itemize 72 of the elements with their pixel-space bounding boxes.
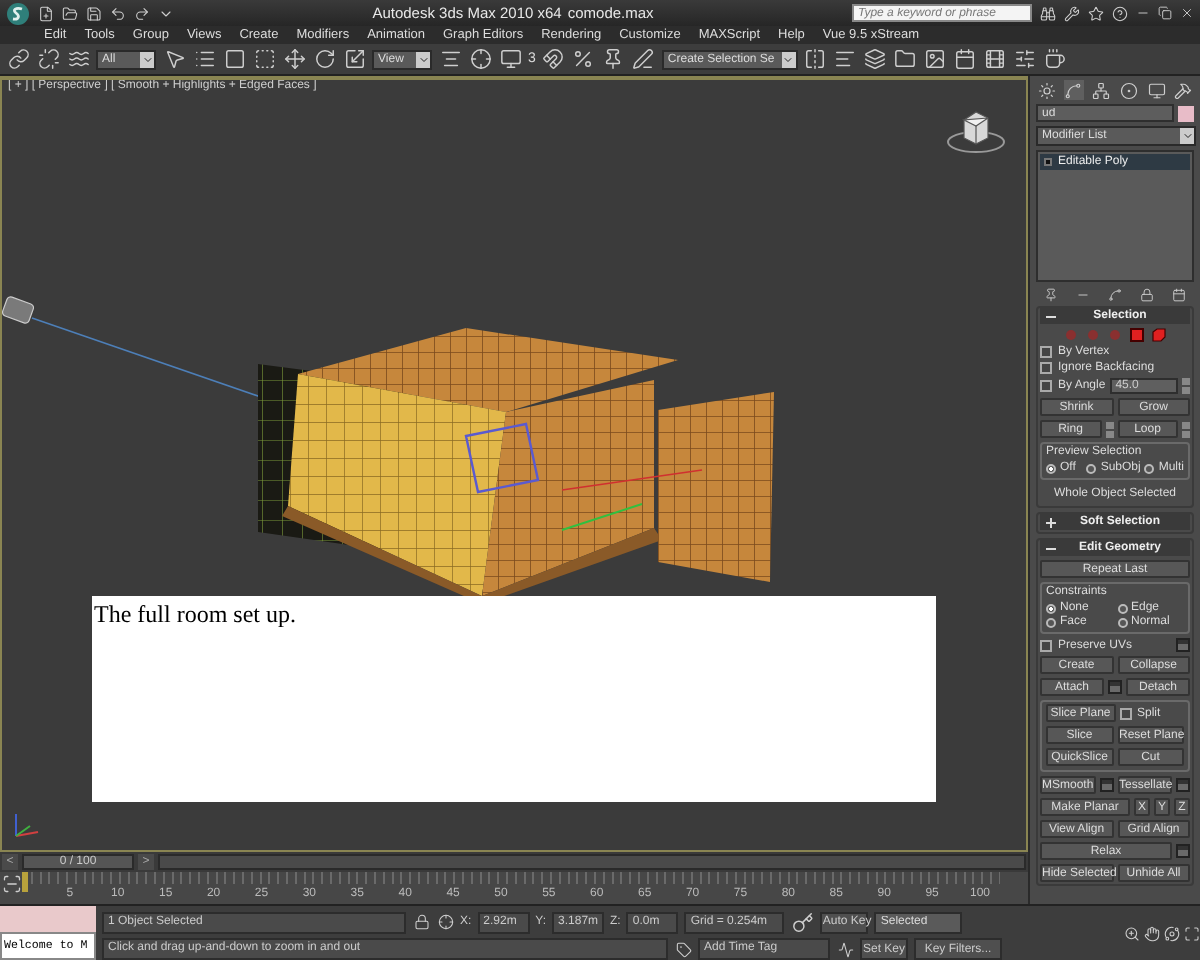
listener-field[interactable] xyxy=(0,906,96,932)
settings-icon[interactable] xyxy=(1176,778,1190,792)
sliders-icon[interactable] xyxy=(1013,47,1038,71)
settings-icon[interactable] xyxy=(1108,680,1122,694)
help-icon[interactable] xyxy=(1110,4,1128,22)
object-color-swatch[interactable] xyxy=(1178,105,1194,121)
new-file-icon[interactable] xyxy=(36,4,54,22)
pin-icon[interactable] xyxy=(1042,286,1059,302)
link-icon[interactable] xyxy=(6,47,30,71)
pin-icon[interactable] xyxy=(601,47,626,71)
motion-tab-icon[interactable] xyxy=(1118,80,1139,100)
star-icon[interactable] xyxy=(1086,4,1104,22)
image-icon[interactable] xyxy=(923,47,948,71)
spinner-icon[interactable] xyxy=(1182,421,1190,437)
restore-icon[interactable] xyxy=(1156,5,1172,21)
rectangle-select-icon[interactable] xyxy=(222,47,246,71)
scale-icon[interactable] xyxy=(342,47,366,71)
binoculars-icon[interactable] xyxy=(1038,4,1056,22)
lock-icon[interactable] xyxy=(412,913,430,931)
modify-tab-icon[interactable] xyxy=(1063,80,1084,100)
frame-marker-icon[interactable] xyxy=(22,872,28,892)
orbit-icon[interactable] xyxy=(1162,924,1180,942)
undo-icon[interactable] xyxy=(108,4,126,22)
save-icon[interactable] xyxy=(84,4,102,22)
spinner-icon[interactable] xyxy=(1182,378,1190,394)
wave-icon[interactable] xyxy=(66,47,90,71)
track-bar-icon[interactable] xyxy=(0,872,22,894)
pen-icon[interactable] xyxy=(631,47,656,71)
select-icon[interactable] xyxy=(162,47,186,71)
polygon-level-icon[interactable] xyxy=(1130,328,1144,342)
monitor-icon[interactable] xyxy=(498,47,522,71)
time-tag-icon[interactable] xyxy=(674,940,692,958)
percent-icon[interactable] xyxy=(571,47,596,71)
magnet-icon[interactable] xyxy=(541,47,566,71)
caption-text: The full room set up. xyxy=(94,600,296,628)
light-icon[interactable] xyxy=(2,295,36,325)
lock-icon[interactable] xyxy=(1139,286,1156,302)
align-left-icon[interactable] xyxy=(833,47,858,71)
curve-icon[interactable] xyxy=(1106,286,1123,302)
zoom-icon[interactable] xyxy=(1122,924,1140,942)
pan-icon[interactable] xyxy=(1142,924,1160,942)
maximize-icon[interactable] xyxy=(1182,924,1200,942)
close-icon[interactable] xyxy=(1178,5,1194,21)
film-icon[interactable] xyxy=(983,47,1008,71)
spinner-icon[interactable] xyxy=(1105,421,1113,437)
hierarchy-tab-icon[interactable] xyxy=(1091,80,1112,100)
window-crossing-icon[interactable] xyxy=(252,47,276,71)
dropdown-arrow-icon[interactable] xyxy=(416,51,430,67)
wrench-icon[interactable] xyxy=(1062,4,1080,22)
element-level-icon[interactable] xyxy=(1152,328,1166,342)
layers-icon[interactable] xyxy=(863,47,888,71)
mirror-icon[interactable] xyxy=(803,47,828,71)
redo-icon[interactable] xyxy=(132,4,150,22)
settings-icon[interactable] xyxy=(1176,638,1190,652)
settings-icon[interactable] xyxy=(1176,844,1190,858)
align-icon[interactable] xyxy=(438,47,462,71)
open-folder-icon[interactable] xyxy=(60,4,78,22)
key-icon[interactable] xyxy=(790,910,815,934)
display-tab-icon[interactable] xyxy=(1146,80,1167,100)
dropdown-arrow-icon[interactable] xyxy=(781,51,796,67)
viewcube-icon[interactable] xyxy=(946,108,1006,156)
app-logo-icon[interactable] xyxy=(6,1,30,25)
settings-icon[interactable] xyxy=(1099,778,1113,792)
rotate-icon[interactable] xyxy=(312,47,336,71)
curve-icon[interactable] xyxy=(836,940,854,958)
dropdown-arrow-icon[interactable] xyxy=(140,51,154,67)
axis-tripod-icon xyxy=(10,812,42,840)
utilities-tab-icon[interactable] xyxy=(1173,80,1194,100)
calendar-icon[interactable] xyxy=(953,47,978,71)
folder-icon[interactable] xyxy=(893,47,918,71)
unlink-icon[interactable] xyxy=(36,47,60,71)
move-icon[interactable] xyxy=(282,47,306,71)
